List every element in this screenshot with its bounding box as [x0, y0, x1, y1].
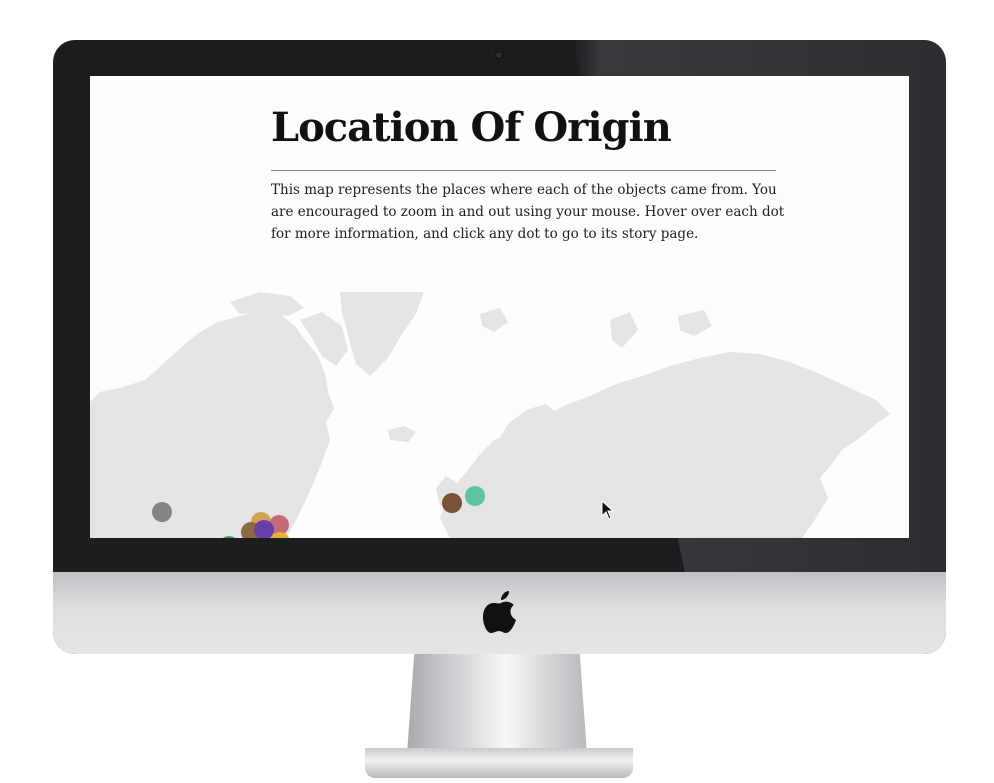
landmass-severnaya-zemlya — [678, 310, 712, 336]
title-divider — [271, 170, 776, 171]
map-canvas[interactable] — [90, 292, 909, 538]
world-map[interactable] — [90, 292, 909, 538]
page-title: Location Of Origin — [271, 104, 672, 151]
monitor-stand-neck — [407, 654, 587, 754]
map-marker-dot[interactable] — [152, 502, 172, 522]
camera-icon — [496, 52, 502, 58]
map-marker-dot[interactable] — [442, 493, 462, 513]
map-landmass — [90, 292, 890, 538]
landmass-iceland — [388, 426, 416, 442]
apple-logo-icon — [483, 591, 516, 633]
landmass-svalbard — [480, 308, 508, 332]
landmass-novaya-zemlya — [610, 312, 638, 348]
mouse-pointer-icon — [601, 500, 615, 520]
landmass-north-america — [90, 310, 334, 538]
page-description: This map represents the places where eac… — [271, 182, 785, 242]
landmass-arctic-islands — [230, 292, 304, 316]
landmass-greenland — [340, 292, 424, 376]
map-marker-dot[interactable] — [465, 486, 485, 506]
web-page-screen: Location Of Origin This map represents t… — [90, 76, 909, 538]
monitor-stand-base — [365, 748, 633, 778]
